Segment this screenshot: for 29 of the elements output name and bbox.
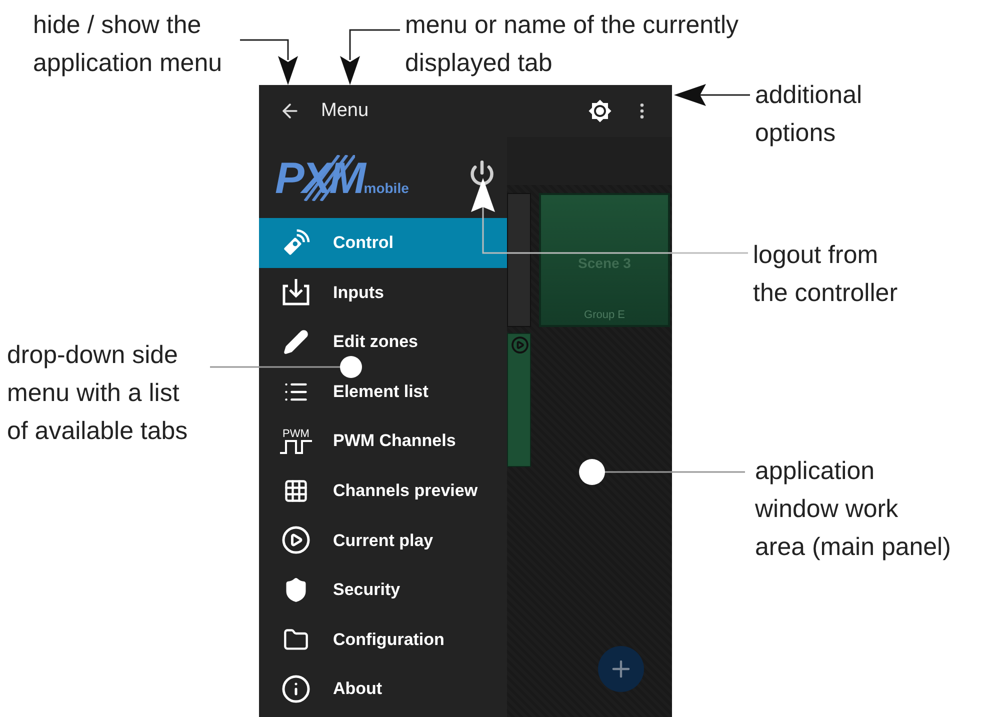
folder-icon <box>283 626 309 653</box>
menu-item[interactable]: Edit zones <box>259 317 507 367</box>
menu-item[interactable]: Current play <box>259 516 507 566</box>
pencil-icon <box>283 328 309 355</box>
power-icon[interactable] <box>469 160 495 186</box>
annotation-text: additional options <box>755 80 862 149</box>
annotation-text: drop-down side menu with a list of available tabs <box>7 340 188 447</box>
menu-item[interactable]: Security <box>259 565 507 615</box>
menu-item[interactable]: Inputs <box>259 268 507 318</box>
menu-item[interactable]: Control <box>259 218 507 268</box>
add-button[interactable] <box>598 646 644 692</box>
tray-download-icon <box>281 277 311 308</box>
app-bar-title: Menu <box>321 98 369 123</box>
annotation-text: application window work area (main panel) <box>755 456 951 563</box>
annotation-text: menu or name of the currently displayed tab <box>405 10 738 79</box>
annotation-text: logout from the controller <box>753 240 898 309</box>
menu-item[interactable]: Configuration <box>259 614 507 664</box>
info-icon <box>281 674 311 704</box>
play-icon <box>281 525 311 556</box>
settings-icon[interactable] <box>588 99 612 123</box>
menu-item[interactable]: About <box>259 664 507 714</box>
grid-icon <box>283 478 309 504</box>
tile-group: Group E <box>584 306 625 323</box>
annotation-text: hide / show the application menu <box>33 10 222 79</box>
tile[interactable] <box>507 193 531 327</box>
tile[interactable] <box>507 333 531 467</box>
menu-item[interactable]: PWM PWM Channels <box>259 416 507 466</box>
menu-item[interactable]: Channels preview <box>259 466 507 516</box>
menu-item[interactable]: Element list <box>259 366 507 416</box>
